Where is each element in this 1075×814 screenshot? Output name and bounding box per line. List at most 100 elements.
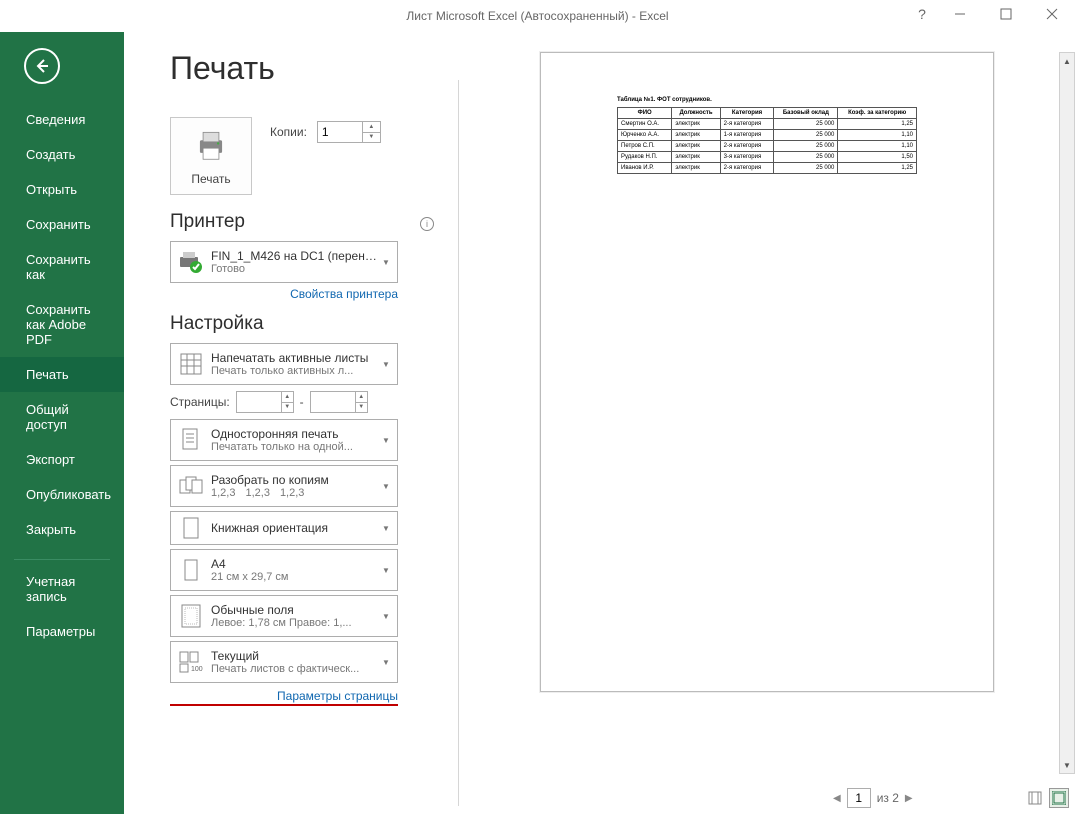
printer-ready-icon <box>177 248 205 276</box>
sidebar-item-open[interactable]: Открыть <box>0 172 124 207</box>
print-what-title: Напечатать активные листы <box>211 351 379 365</box>
printer-status: Готово <box>211 263 379 275</box>
spin-down[interactable]: ▼ <box>356 403 367 413</box>
print-button-label: Печать <box>191 172 230 186</box>
copies-spin-down[interactable]: ▼ <box>363 133 380 143</box>
sidebar-item-saveas[interactable]: Сохранить как <box>0 242 124 292</box>
page-navigation: ◀ из 2 ▶ <box>833 788 913 808</box>
orientation-dropdown[interactable]: Книжная ориентация ▼ <box>170 511 398 545</box>
sidebar-separator <box>14 559 110 560</box>
svg-text:100: 100 <box>191 666 203 673</box>
chevron-down-icon: ▼ <box>379 658 393 667</box>
printer-info-icon[interactable]: i <box>420 217 434 231</box>
pages-from-input[interactable]: ▲▼ <box>236 391 294 413</box>
spin-down[interactable]: ▼ <box>282 403 293 413</box>
portrait-icon <box>177 514 205 542</box>
chevron-down-icon: ▼ <box>379 258 393 267</box>
preview-table-title: Таблица №1. ФОТ сотрудников. <box>617 97 917 103</box>
orientation-title: Книжная ориентация <box>211 521 379 535</box>
chevron-down-icon: ▼ <box>379 524 393 533</box>
printer-dropdown[interactable]: FIN_1_M426 на DC1 (перена... Готово ▼ <box>170 241 398 283</box>
page-heading: Печать <box>170 50 444 87</box>
collate-sub: 1,2,31,2,31,2,3 <box>211 487 379 499</box>
spin-up[interactable]: ▲ <box>356 392 367 403</box>
panel-divider <box>458 80 459 806</box>
sidebar-item-info[interactable]: Сведения <box>0 102 124 137</box>
page-setup-link[interactable]: Параметры страницы <box>170 689 398 706</box>
sides-sub: Печатать только на одной... <box>211 441 379 453</box>
one-sided-icon <box>177 426 205 454</box>
backstage-sidebar: Сведения Создать Открыть Сохранить Сохра… <box>0 32 124 814</box>
sidebar-item-options[interactable]: Параметры <box>0 614 124 649</box>
paper-size-dropdown[interactable]: A4 21 см x 29,7 см ▼ <box>170 549 398 591</box>
printer-heading: Принтер i <box>170 211 444 233</box>
zoom-to-page-button[interactable] <box>1049 788 1069 808</box>
spin-up[interactable]: ▲ <box>282 392 293 403</box>
pages-from-field[interactable] <box>237 392 281 412</box>
page-preview: Таблица №1. ФОТ сотрудников. ФИО Должнос… <box>540 52 994 692</box>
copies-field[interactable] <box>318 122 362 142</box>
sheets-icon <box>177 350 205 378</box>
window-title: Лист Microsoft Excel (Автосохраненный) -… <box>406 9 668 23</box>
scroll-up-button[interactable]: ▲ <box>1060 53 1074 69</box>
collate-title: Разобрать по копиям <box>211 473 379 487</box>
next-page-button[interactable]: ▶ <box>905 793 913 804</box>
preview-scrollbar[interactable]: ▲ ▼ <box>1059 52 1075 774</box>
sidebar-item-save[interactable]: Сохранить <box>0 207 124 242</box>
sidebar-item-export[interactable]: Экспорт <box>0 442 124 477</box>
sidebar-item-close[interactable]: Закрыть <box>0 512 124 547</box>
sidebar-item-print[interactable]: Печать <box>0 357 124 392</box>
settings-heading: Настройка <box>170 313 444 335</box>
pages-to-input[interactable]: ▲▼ <box>310 391 368 413</box>
scaling-title: Текущий <box>211 649 379 663</box>
margins-sub: Левое: 1,78 см Правое: 1,... <box>211 617 379 629</box>
help-button[interactable]: ? <box>907 0 937 28</box>
copies-spin-up[interactable]: ▲ <box>363 122 380 133</box>
sides-title: Односторонняя печать <box>211 427 379 441</box>
scroll-track[interactable] <box>1060 69 1074 757</box>
scaling-icon: 100 <box>177 648 205 676</box>
table-row: Рудаков Н.П.электрик3-я категория25 0001… <box>618 152 917 163</box>
chevron-down-icon: ▼ <box>379 482 393 491</box>
print-what-dropdown[interactable]: Напечатать активные листы Печать только … <box>170 343 398 385</box>
scroll-down-button[interactable]: ▼ <box>1060 757 1074 773</box>
sidebar-item-share[interactable]: Общий доступ <box>0 392 124 442</box>
close-button[interactable] <box>1029 0 1075 28</box>
print-button[interactable]: Печать <box>170 117 252 195</box>
sidebar-item-new[interactable]: Создать <box>0 137 124 172</box>
sides-dropdown[interactable]: Односторонняя печать Печатать только на … <box>170 419 398 461</box>
minimize-button[interactable] <box>937 0 983 28</box>
sidebar-item-account[interactable]: Учетная запись <box>0 564 124 614</box>
collate-dropdown[interactable]: Разобрать по копиям 1,2,31,2,31,2,3 ▼ <box>170 465 398 507</box>
scaling-dropdown[interactable]: 100 Текущий Печать листов с фактическ...… <box>170 641 398 683</box>
print-preview-area: Таблица №1. ФОТ сотрудников. ФИО Должнос… <box>473 32 1075 814</box>
preview-table: ФИО Должность Категория Базовый оклад Ко… <box>617 107 917 174</box>
pages-to-field[interactable] <box>311 392 355 412</box>
chevron-down-icon: ▼ <box>379 566 393 575</box>
copies-input[interactable]: ▲ ▼ <box>317 121 381 143</box>
margins-title: Обычные поля <box>211 603 379 617</box>
chevron-down-icon: ▼ <box>379 612 393 621</box>
copies-label: Копии: <box>270 125 307 139</box>
pages-separator: - <box>300 395 304 409</box>
paper-sub: 21 см x 29,7 см <box>211 571 379 583</box>
scaling-sub: Печать листов с фактическ... <box>211 663 379 675</box>
paper-icon <box>177 556 205 584</box>
titlebar: Лист Microsoft Excel (Автосохраненный) -… <box>0 0 1075 32</box>
sidebar-item-save-pdf[interactable]: Сохранить как Adobe PDF <box>0 292 124 357</box>
margins-icon <box>177 602 205 630</box>
print-settings-panel: Печать Печать Копии: <box>124 32 444 814</box>
show-margins-button[interactable] <box>1025 788 1045 808</box>
printer-icon <box>192 126 230 164</box>
table-row: Петров С.П.электрик2-я категория25 0001,… <box>618 141 917 152</box>
pages-label: Страницы: <box>170 395 230 409</box>
printer-properties-link[interactable]: Свойства принтера <box>170 287 398 301</box>
table-row: Юрченко А.А.электрик1-я категория25 0001… <box>618 130 917 141</box>
back-button[interactable] <box>24 48 60 84</box>
sidebar-item-publish[interactable]: Опубликовать <box>0 477 124 512</box>
margins-dropdown[interactable]: Обычные поля Левое: 1,78 см Правое: 1,..… <box>170 595 398 637</box>
chevron-down-icon: ▼ <box>379 360 393 369</box>
maximize-button[interactable] <box>983 0 1029 28</box>
prev-page-button[interactable]: ◀ <box>833 793 841 804</box>
current-page-input[interactable] <box>847 788 871 808</box>
